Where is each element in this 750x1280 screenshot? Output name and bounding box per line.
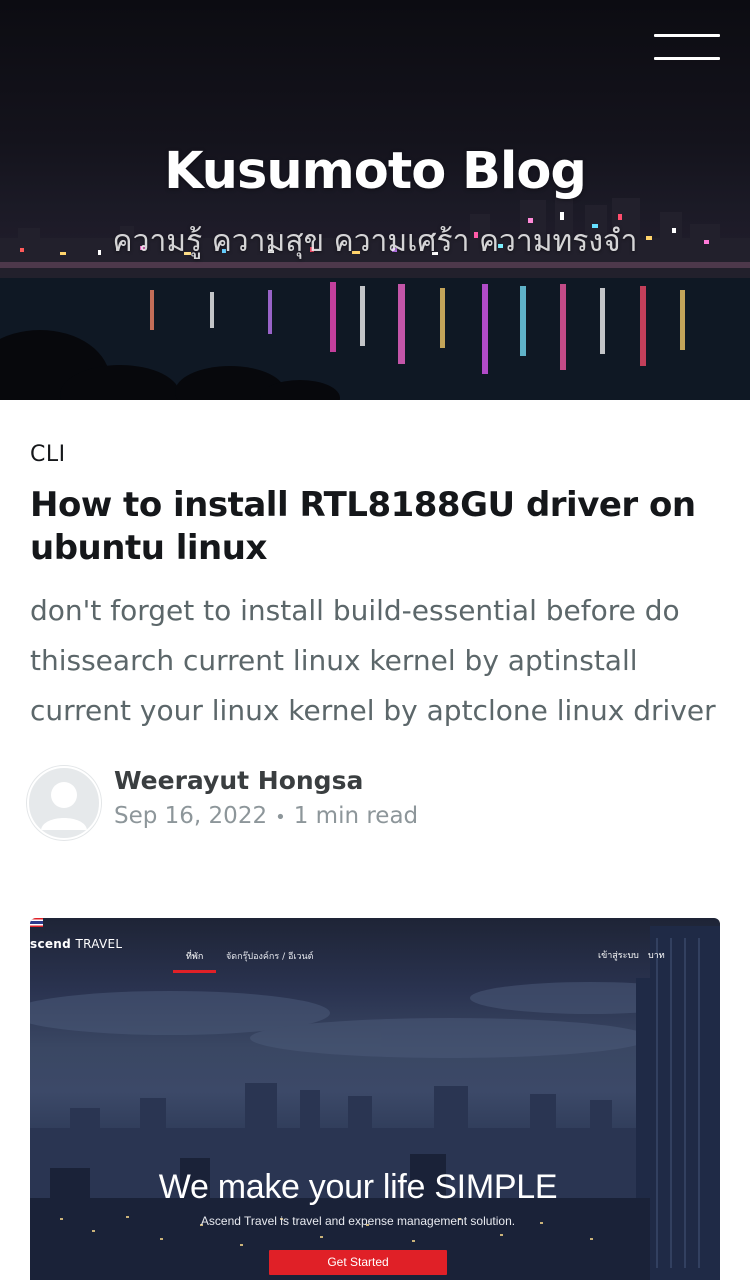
image-currency-selector: บาท (648, 951, 665, 961)
thai-flag-icon (30, 918, 43, 927)
user-icon (41, 782, 87, 830)
author-avatar[interactable] (27, 766, 101, 840)
post-tag[interactable]: CLI (30, 442, 66, 467)
image-login-link: เข้าสู่ระบบ (598, 951, 639, 961)
image-nav-item-group-event: จัดกรุ๊ปองค์กร / อีเวนต์ (226, 952, 314, 962)
post-meta: Sep 16, 2022 • 1 min read (114, 803, 418, 829)
author-name[interactable]: Weerayut Hongsa (114, 766, 363, 795)
logo-light-text: TRAVEL (75, 937, 123, 951)
site-description: ความรู้ ความสุข ความเศร้า ความทรงจำ (112, 224, 638, 259)
site-header: Kusumoto Blog ความรู้ ความสุข ความเศร้า … (0, 0, 750, 400)
logo-bold-text: scend (30, 937, 72, 951)
image-get-started-button: Get Started (269, 1250, 447, 1275)
site-title[interactable]: Kusumoto Blog (0, 142, 750, 201)
image-headline: We make your life SIMPLE (158, 1168, 558, 1206)
hamburger-menu-icon[interactable] (654, 32, 720, 62)
meta-separator: • (275, 807, 286, 828)
image-subheadline: Ascend Travel is travel and expense mana… (200, 1214, 516, 1228)
post-excerpt[interactable]: don't forget to install build-essential … (30, 586, 720, 736)
next-post-feature-image[interactable]: scend TRAVEL ที่พัก จัดกรุ๊ปองค์กร / อีเ… (30, 918, 720, 1280)
post-date: Sep 16, 2022 (114, 803, 268, 829)
reading-time: 1 min read (293, 803, 419, 829)
ascend-travel-logo[interactable]: scend TRAVEL (30, 937, 122, 951)
menu-bar-top (654, 34, 720, 37)
image-nav-active-underline (173, 970, 216, 973)
menu-bar-bottom (654, 57, 720, 60)
post-title[interactable]: How to install RTL8188GU driver on ubunt… (30, 484, 720, 570)
image-nav-item-hotel: ที่พัก (186, 952, 204, 962)
